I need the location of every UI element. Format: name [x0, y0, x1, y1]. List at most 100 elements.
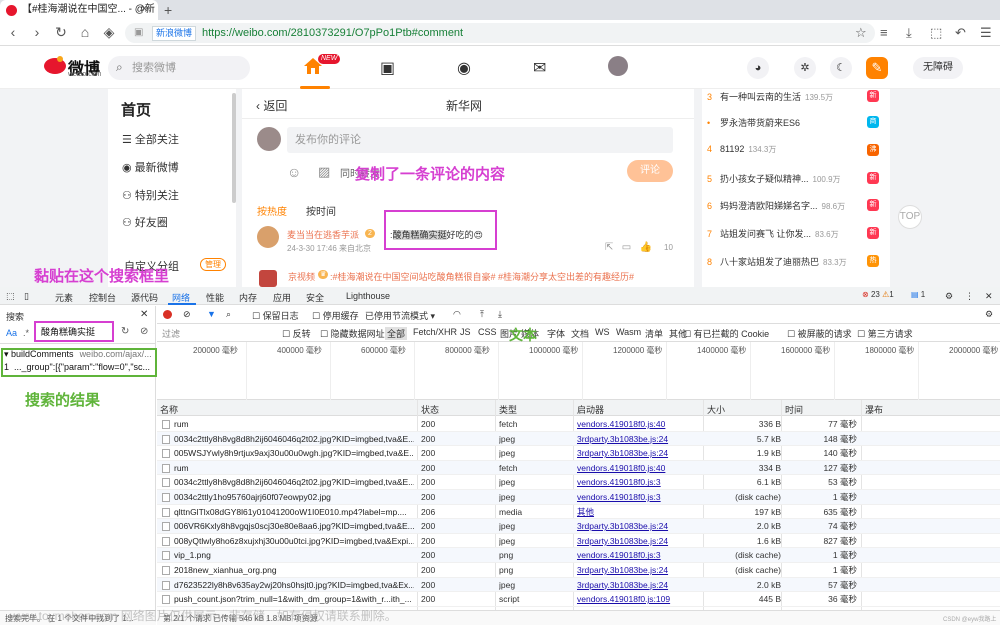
back-arrow-icon[interactable]: ‹ — [4, 24, 22, 40]
forward-arrow-icon[interactable]: › — [28, 24, 46, 40]
accessibility-button[interactable]: 无障碍 — [913, 57, 963, 79]
column-header[interactable]: 启动器 — [577, 403, 604, 416]
reload-icon[interactable]: ↻ — [52, 24, 70, 41]
search-close-icon[interactable]: ✕ — [140, 309, 148, 320]
request-initiator[interactable]: vendors.419018f0.js:40 — [577, 462, 697, 474]
column-header[interactable]: 名称 — [160, 403, 178, 416]
compose-button[interactable]: ✎ — [866, 57, 888, 79]
nav-item-friends[interactable]: ⚇ 好友圈 — [122, 214, 168, 230]
type-filter[interactable]: Fetch/XHR — [413, 327, 457, 337]
disable-cache-checkbox[interactable]: ☐ 停用缓存 — [312, 309, 359, 322]
manage-button[interactable]: 管理 — [200, 258, 226, 271]
weibo-logo-icon[interactable] — [44, 58, 66, 74]
column-header[interactable]: 状态 — [421, 403, 439, 416]
commenter-name[interactable]: 麦当当在逃香芋派 — [287, 228, 359, 241]
column-header[interactable]: 时间 — [785, 403, 803, 416]
network-row[interactable]: 0034c2ttly8h8vg8d8h2ij6046046q2t02.jpg?K… — [157, 475, 1000, 490]
dark-mode-icon[interactable]: ☾ — [830, 57, 852, 79]
column-header[interactable]: 瀑布 — [865, 403, 883, 416]
weibo-search-input[interactable]: 搜索微博 — [108, 56, 250, 80]
search-refresh-icon[interactable]: ↻ — [121, 326, 129, 337]
request-initiator[interactable]: 3rdparty.3b1083be.js:24 — [577, 447, 697, 459]
request-initiator[interactable]: 3rdparty.3b1083be.js:24 — [577, 520, 697, 532]
network-settings-icon[interactable]: ⚙ — [985, 309, 993, 320]
invert-checkbox[interactable]: ☐ 反转 — [282, 327, 311, 340]
regex-toggle[interactable]: .* — [23, 328, 29, 338]
preserve-log-checkbox[interactable]: ☐ 保留日志 — [252, 309, 299, 322]
settings-icon[interactable]: ✲ — [794, 57, 816, 79]
image-icon[interactable]: ▨ — [318, 164, 330, 180]
request-initiator[interactable]: 3rdparty.3b1083be.js:24 — [577, 433, 697, 445]
sort-by-hot[interactable]: 按热度 — [257, 203, 287, 218]
network-row[interactable]: 0034c2ttly1ho95760ajrj60f07eowpy02.jpg 20… — [157, 490, 1000, 505]
sort-by-time[interactable]: 按时间 — [306, 203, 336, 218]
type-filter[interactable]: CSS — [478, 327, 497, 337]
search-clear-icon[interactable]: ⊘ — [140, 326, 148, 337]
reply-icon[interactable]: ▭ — [622, 242, 634, 253]
user-avatar[interactable] — [608, 56, 628, 76]
devtools-close-icon[interactable]: ✕ — [985, 291, 993, 302]
like-icon[interactable]: 👍 — [640, 242, 652, 253]
inspect-icon[interactable]: ⬚ — [6, 291, 15, 302]
devtools-tab[interactable]: Lighthouse — [346, 291, 390, 301]
network-row[interactable]: 008yQtlwly8ho6z8xujxhj30u00u0tci.jpg?KID… — [157, 534, 1000, 549]
trending-item[interactable]: 8 八十家站姐发了迪丽热巴 83.3万 — [707, 255, 887, 267]
search-network-icon[interactable]: ⌕ — [226, 309, 231, 320]
network-row[interactable]: rum 200 fetch vendors.419018f0.js:40 336 B 77… — [157, 417, 1000, 432]
message-icon[interactable]: ✉ — [533, 58, 546, 78]
hot-fire-icon[interactable]: ◉ — [457, 58, 471, 78]
devtools-tab[interactable]: 性能 — [206, 291, 224, 304]
request-initiator[interactable]: 3rdparty.3b1083be.js:24 — [577, 579, 697, 591]
devtools-tab[interactable]: 应用 — [273, 291, 291, 304]
trending-item[interactable]: 3 有一种叫云南的生活 139.5万 — [707, 90, 887, 102]
wifi-icon[interactable]: ◠ — [453, 309, 461, 320]
nav-scrollbar[interactable] — [232, 93, 236, 203]
trending-item[interactable]: 4 81192 134.3万 — [707, 144, 887, 156]
filter-icon[interactable]: ▼ — [207, 309, 216, 319]
request-initiator[interactable]: 3rdparty.3b1083be.js:24 — [577, 564, 697, 576]
devtools-tab[interactable]: 元素 — [55, 291, 73, 304]
request-initiator[interactable]: vendors.419018f0.js:3 — [577, 476, 697, 488]
error-warning-badge[interactable]: ⊗ 23 ⚠1 — [862, 290, 894, 299]
type-filter[interactable]: JS — [460, 327, 471, 337]
network-row[interactable]: 0034c2ttly8h8vg8d8h2ij6046046q2t02.jpg?K… — [157, 431, 1000, 447]
type-filter[interactable]: 文档 — [571, 327, 589, 340]
star-icon[interactable]: ☆ — [855, 25, 867, 41]
request-initiator[interactable]: vendors.419018f0.js:40 — [577, 418, 697, 430]
nav-item-special[interactable]: ⚇ 特别关注 — [122, 187, 179, 203]
type-filter[interactable]: Wasm — [616, 327, 641, 337]
hide-data-url-checkbox[interactable]: ☐ 隐藏数据网址 — [320, 327, 385, 340]
throttle-select[interactable]: 已停用节流模式 ▾ — [365, 309, 435, 322]
third-party-checkbox[interactable]: ☐ 第三方请求 — [857, 327, 913, 340]
repost-avatar[interactable] — [259, 270, 277, 287]
devtools-tab[interactable]: 内存 — [239, 291, 257, 304]
network-row[interactable]: d7623522ly8h8v635ay2wj20hs0hsjt0.jpg?KID… — [157, 577, 1000, 593]
comment-submit-button[interactable]: 评论 — [627, 160, 673, 182]
repost-user[interactable]: 京视频 — [288, 272, 315, 282]
column-header[interactable]: 大小 — [707, 403, 725, 416]
request-initiator[interactable]: vendors.419018f0.js:3 — [577, 491, 697, 503]
type-filter[interactable]: 字体 — [547, 327, 565, 340]
network-row[interactable]: 005WSJYwly8h9rtjux9axj30u00u0wgh.jpg?KID… — [157, 446, 1000, 461]
trending-item[interactable]: 7 站姐发问赛飞 让你发... 83.6万 — [707, 227, 887, 239]
assistant-icon[interactable]: ◕ — [747, 57, 769, 79]
match-case-toggle[interactable]: Aa — [6, 328, 17, 338]
undo-icon[interactable]: ↶ — [955, 25, 966, 41]
trending-item[interactable]: • 罗永浩带货蔚来ES6 — [707, 116, 887, 128]
device-icon[interactable]: ▯ — [24, 291, 29, 302]
network-row[interactable]: 2018new_xianhua_org.png 200 png 3rdparty.3b… — [157, 563, 1000, 578]
network-row[interactable]: 006VR6Kxly8h8vgqjs0scj30e80e8aa6.jpg?KID… — [157, 519, 1000, 534]
request-initiator[interactable]: vendors.419018f0.js:109 — [577, 593, 697, 605]
blocked-requests-checkbox[interactable]: ☐ 被屏蔽的请求 — [787, 327, 852, 340]
trending-item[interactable]: 5 扔小孩女子疑似精神... 100.9万 — [707, 172, 887, 184]
record-button[interactable] — [163, 310, 172, 319]
devtools-tab[interactable]: 控制台 — [89, 291, 116, 304]
new-tab-button[interactable]: + — [164, 2, 172, 18]
share-icon[interactable]: ⇱ — [605, 242, 616, 253]
video-icon[interactable]: ▣ — [380, 58, 395, 78]
devtools-tab[interactable]: 源代码 — [131, 291, 158, 304]
back-button[interactable]: ‹ 返回 — [256, 97, 287, 114]
network-row[interactable]: rum 200 fetch vendors.419018f0.js:40 334 B 12… — [157, 460, 1000, 476]
devtools-more-icon[interactable]: ⋮ — [965, 291, 974, 302]
devtools-tab[interactable]: 安全 — [306, 291, 324, 304]
